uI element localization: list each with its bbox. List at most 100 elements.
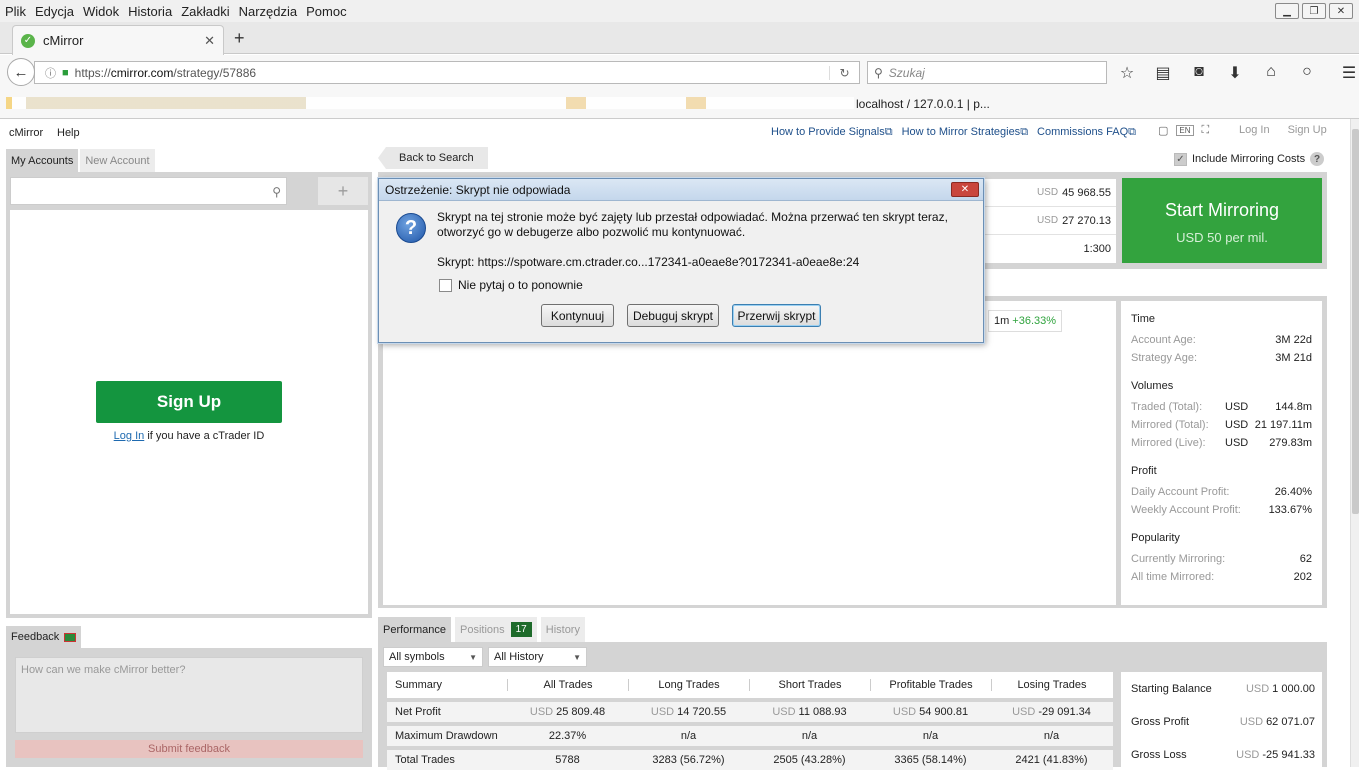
stat-row: Daily Account Profit: 26.40%	[1131, 483, 1312, 501]
language-selector[interactable]: EN	[1176, 125, 1194, 136]
stat-label: Strategy Age:	[1131, 352, 1198, 364]
help-icon[interactable]: ?	[1310, 152, 1325, 166]
library-icon[interactable]: ▤	[1152, 63, 1174, 83]
help-link[interactable]: Help	[57, 127, 80, 139]
tab-my-accounts[interactable]: My Accounts	[6, 149, 79, 172]
new-tab-icon[interactable]: +	[234, 28, 245, 49]
feedback-tab-label: Feedback	[11, 631, 60, 643]
question-icon: ?	[396, 213, 426, 243]
table-row: Net Profit USD 25 809.48 USD 14 720.55 USD…	[387, 702, 1113, 722]
cell-value: 25 809.48	[556, 706, 606, 718]
home-icon[interactable]: ⌂	[1260, 63, 1282, 83]
positions-count-badge: 17	[510, 622, 532, 637]
menu-widok[interactable]: Widok	[83, 4, 119, 19]
close-window-icon[interactable]: ✕	[1329, 3, 1353, 19]
signup-button[interactable]: Sign Up	[96, 381, 282, 423]
stat-value: 279.83m	[1269, 437, 1312, 449]
checkmark-icon[interactable]: ✓	[1174, 152, 1187, 166]
include-mirroring-toggle[interactable]: ✓ Include Mirroring Costs ?	[1174, 152, 1325, 166]
mirror-strategies-label: How to Mirror Strategies	[901, 126, 1021, 138]
stat-currency: USD	[1225, 401, 1249, 413]
login-hint-link[interactable]: Log In	[114, 430, 145, 442]
search-input[interactable]: ⚲ Szukaj	[867, 61, 1107, 84]
restore-icon[interactable]: ❐	[1302, 3, 1326, 19]
pocket-icon[interactable]: ◙	[1188, 63, 1210, 83]
cell-value: -29 091.34	[1038, 706, 1091, 718]
provide-signals-link[interactable]: How to Provide Signals⧉	[771, 126, 893, 139]
tab-history[interactable]: History	[540, 617, 585, 642]
feedback-textarea[interactable]: How can we make cMirror better?	[15, 657, 363, 733]
chevron-down-icon: ▼	[573, 652, 581, 662]
login-link[interactable]: Log In	[1239, 124, 1270, 136]
signup-link[interactable]: Sign Up	[1288, 124, 1327, 136]
bookmark-star-icon[interactable]: ☆	[1116, 63, 1138, 83]
brand-link[interactable]: cMirror	[9, 127, 43, 139]
menu-historia[interactable]: Historia	[128, 4, 172, 19]
symbols-select[interactable]: All symbols ▼	[383, 647, 483, 667]
tab-performance[interactable]: Performance	[378, 617, 451, 642]
menu-pomoc[interactable]: Pomoc	[306, 4, 346, 19]
chat-icon[interactable]: ○	[1296, 63, 1318, 83]
bookmarks-blurred	[6, 97, 854, 109]
table-cell: 22.37%	[548, 730, 587, 742]
table-cell: USD 25 809.48	[507, 706, 628, 718]
menu-edycja[interactable]: Edycja	[35, 4, 74, 19]
include-mirroring-label: Include Mirroring Costs	[1192, 153, 1306, 165]
scrollbar-thumb[interactable]	[1352, 129, 1359, 514]
period-1m-button[interactable]: 1m +36.33%	[988, 310, 1063, 332]
column-header: Losing Trades	[991, 679, 1112, 691]
info-icon[interactable]: ⓘ	[45, 65, 56, 81]
page-scrollbar[interactable]	[1350, 119, 1359, 767]
balance-currency: USD	[1245, 682, 1270, 695]
history-select[interactable]: All History ▼	[488, 647, 587, 667]
stop-script-button[interactable]: Przerwij skrypt	[732, 304, 821, 327]
browser-tab[interactable]: ✓ cMirror ✕	[12, 25, 224, 55]
bookmark-localhost[interactable]: localhost / 127.0.0.1 | p...	[856, 97, 990, 111]
stats-panel: Time Account Age: 3M 22d Strategy Age: 3M …	[1121, 301, 1322, 605]
mirror-strategies-link[interactable]: How to Mirror Strategies⧉	[902, 126, 1028, 139]
performance-panel: All symbols ▼ All History ▼ Summary All Tr…	[378, 642, 1327, 770]
feedback-tab[interactable]: Feedback	[6, 626, 82, 648]
start-mirroring-label: Start Mirroring	[1164, 200, 1280, 220]
balance-currency: USD	[1239, 715, 1264, 728]
minimize-icon[interactable]: ▁	[1275, 3, 1299, 19]
search-placeholder: Szukaj	[888, 65, 925, 80]
column-header: Summary	[395, 679, 443, 691]
menu-plik[interactable]: Plik	[5, 4, 26, 19]
add-account-button[interactable]: +	[318, 177, 368, 205]
url-bar[interactable]: ⓘ ■ https://cmirror.com/strategy/57886 ↻	[34, 61, 860, 84]
submit-feedback-button[interactable]: Submit feedback	[15, 740, 363, 758]
checkbox-box[interactable]	[439, 278, 452, 292]
account-search-input[interactable]: ⚲	[10, 177, 287, 205]
hamburger-menu-icon[interactable]: ☰	[1338, 63, 1359, 83]
start-mirroring-button[interactable]: Start Mirroring USD 50 per mil.	[1122, 178, 1322, 263]
dont-ask-checkbox[interactable]: Nie pytaj o to ponownie	[439, 278, 583, 292]
window-icon[interactable]: ▢	[1158, 124, 1168, 137]
fullscreen-icon[interactable]: ⛶	[1202, 124, 1210, 137]
commissions-faq-link[interactable]: Commissions FAQ⧉	[1037, 126, 1136, 139]
stat-value: 133.67%	[1268, 504, 1312, 516]
dialog-close-icon[interactable]: ✕	[951, 182, 979, 197]
symbols-value: All symbols	[389, 651, 445, 663]
download-icon[interactable]: ⬇	[1224, 63, 1246, 83]
close-tab-icon[interactable]: ✕	[204, 33, 215, 49]
stat-label: Mirrored (Live):	[1131, 437, 1206, 449]
tab-positions[interactable]: Positions 17	[454, 617, 537, 642]
balance-currency: USD	[1236, 748, 1260, 761]
balance-amount: 62 071.07	[1266, 715, 1315, 728]
stats-heading-profit: Profit	[1131, 465, 1157, 477]
stat-row: Strategy Age: 3M 21d	[1131, 349, 1312, 367]
reload-icon[interactable]: ↻	[829, 65, 859, 80]
table-cell: USD 54 900.81	[870, 706, 991, 718]
stat-value: 144.8m	[1275, 401, 1312, 413]
menu-narzedzia[interactable]: Narzędzia	[239, 4, 298, 19]
stat-currency: USD	[1225, 437, 1249, 449]
back-button[interactable]: ←	[7, 58, 35, 86]
column-header: Profitable Trades	[870, 679, 991, 691]
tab-new-account[interactable]: New Account	[80, 149, 155, 172]
menu-zakladki[interactable]: Zakładki	[181, 4, 229, 19]
back-to-search-button[interactable]: Back to Search	[378, 147, 488, 169]
account-value-row: 1:300	[981, 235, 1116, 263]
debug-script-button[interactable]: Debuguj skrypt	[627, 304, 719, 327]
continue-button[interactable]: Kontynuuj	[541, 304, 614, 327]
